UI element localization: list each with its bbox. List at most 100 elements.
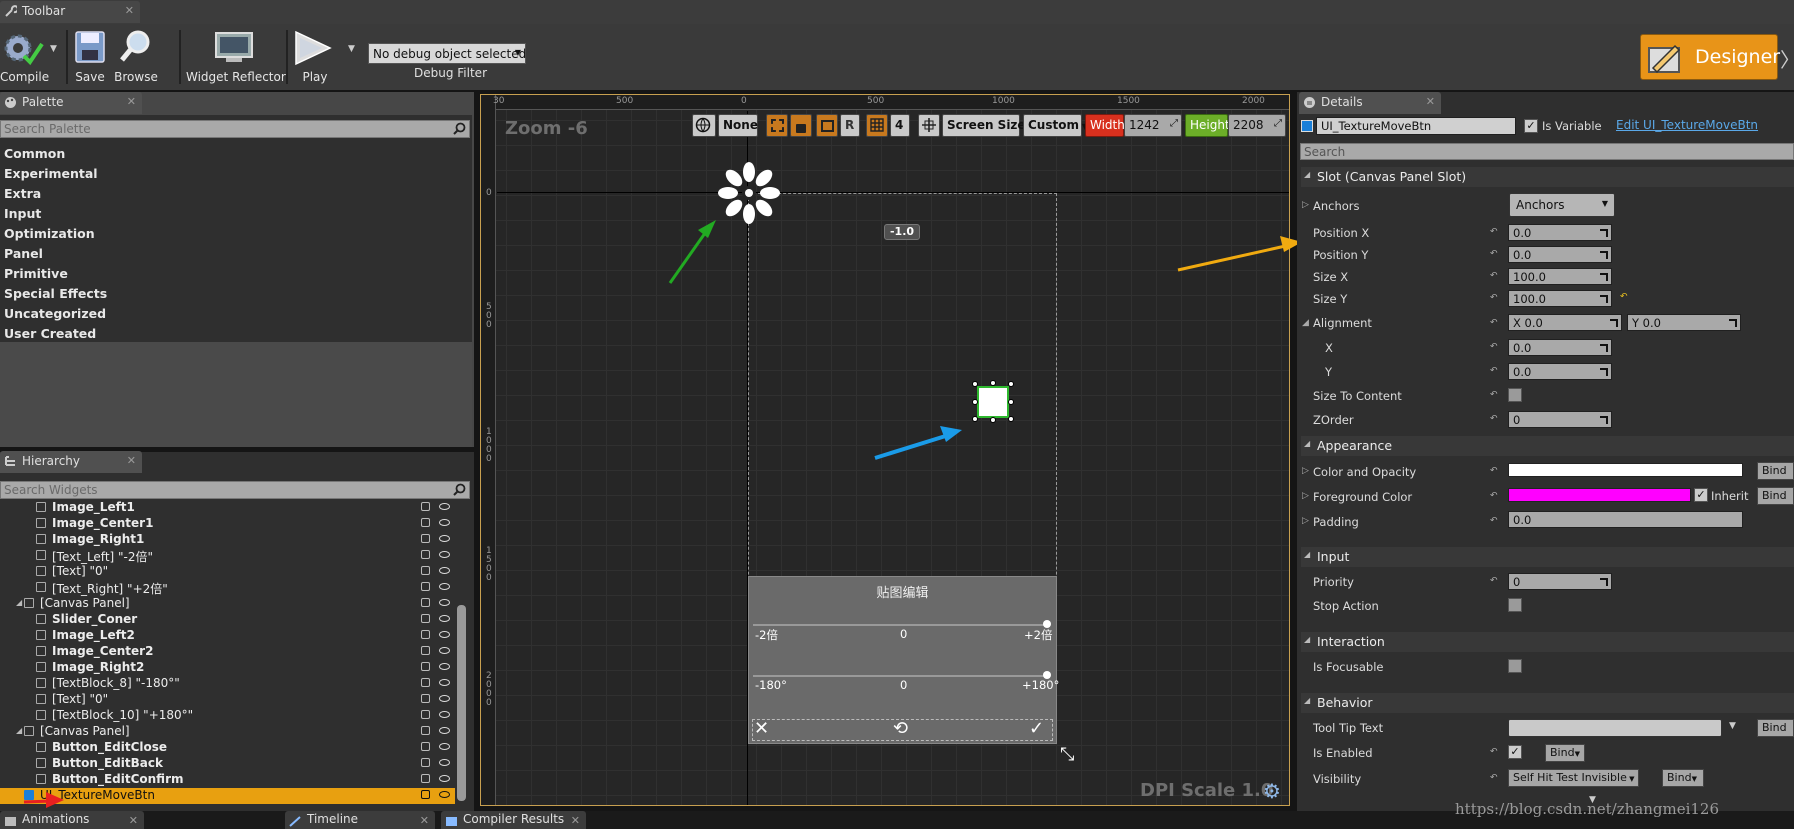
eye-icon[interactable] (439, 631, 450, 638)
close-icon[interactable]: ✕ (1426, 95, 1435, 108)
resize-handle[interactable] (1008, 399, 1014, 405)
canvas-resize-icon[interactable]: ⤡ (1060, 744, 1074, 765)
eye-icon[interactable] (439, 695, 450, 702)
inherit-checkbox[interactable]: ✓ (1694, 488, 1708, 502)
tab-animations[interactable]: Animations ✕ (0, 811, 144, 829)
tab-toolbar[interactable]: Toolbar ✕ (0, 1, 140, 23)
hierarchy-item[interactable]: Slider_Coner (0, 612, 455, 628)
resize-handle[interactable] (1008, 381, 1014, 387)
eye-icon[interactable] (439, 727, 450, 734)
details-search-input[interactable]: Search (1300, 143, 1794, 160)
edit-confirm-button[interactable]: ✓ (1029, 720, 1049, 740)
designer-button[interactable]: Designer (1640, 34, 1780, 80)
lock-icon[interactable] (421, 534, 430, 543)
hierarchy-search-input[interactable]: Search Widgets (0, 481, 470, 499)
hierarchy-item[interactable]: ◢ [Canvas Panel] (0, 724, 455, 740)
lock-icon[interactable] (421, 726, 430, 735)
section-behavior[interactable]: Behavior (1301, 693, 1794, 713)
reset-icon[interactable]: ↶ (1490, 390, 1498, 400)
palette-category[interactable]: Optimization (4, 226, 95, 241)
eye-icon[interactable] (439, 663, 450, 670)
lock-icon[interactable] (421, 566, 430, 575)
eye-icon[interactable] (439, 791, 450, 798)
hierarchy-scrollbar[interactable] (457, 605, 466, 801)
eye-icon[interactable] (439, 743, 450, 750)
locale-preview-select[interactable]: None (718, 114, 758, 137)
priority-input[interactable]: 0 (1508, 573, 1612, 590)
hierarchy-item[interactable]: Image_Left2 (0, 628, 455, 644)
eye-icon[interactable] (439, 711, 450, 718)
reset-icon[interactable]: ↶ (1490, 491, 1498, 501)
resize-handle[interactable] (990, 380, 996, 386)
hierarchy-item[interactable]: Image_Right1 (0, 532, 455, 548)
hierarchy-item[interactable]: [Text_Left] "-2倍" (0, 548, 455, 564)
close-icon[interactable]: ✕ (127, 454, 136, 467)
alignment-x-input[interactable]: X 0.0 (1508, 314, 1622, 331)
section-input[interactable]: Input (1301, 547, 1794, 567)
expand-arrow-icon[interactable]: ▷ (1302, 516, 1309, 526)
size-y-input[interactable]: 100.0 (1508, 290, 1612, 307)
expand-arrow-icon[interactable]: ▷ (1302, 466, 1309, 476)
hierarchy-item[interactable]: [TextBlock_10] "+180°" (0, 708, 455, 724)
hierarchy-item[interactable]: Button_EditBack (0, 756, 455, 772)
foreground-bind[interactable]: Bind (1757, 487, 1794, 505)
alignment-y-input[interactable]: Y 0.0 (1627, 314, 1741, 331)
debug-object-select[interactable]: No debug object selected ▼ (368, 43, 526, 64)
alignment-x-input[interactable]: 0.0 (1508, 339, 1612, 356)
reset-icon[interactable]: ↶ (1490, 414, 1498, 424)
section-appearance[interactable]: Appearance (1301, 436, 1794, 456)
hierarchy-item[interactable]: Image_Center1 (0, 516, 455, 532)
alignment-y-input[interactable]: 0.0 (1508, 363, 1612, 380)
lock-icon[interactable] (421, 694, 430, 703)
is-variable-checkbox[interactable]: ✓ (1524, 119, 1538, 133)
hierarchy-item[interactable]: [Text_Right] "+2倍" (0, 580, 455, 596)
stop-action-checkbox[interactable] (1508, 598, 1522, 612)
eye-icon[interactable] (439, 519, 450, 526)
eye-icon[interactable] (439, 615, 450, 622)
eye-icon[interactable] (439, 759, 450, 766)
reset-icon[interactable]: ↶ (1490, 249, 1498, 259)
hierarchy-item[interactable]: Button_EditConfirm (0, 772, 455, 788)
globe-button[interactable] (692, 114, 716, 137)
palette-category[interactable]: Uncategorized (4, 306, 106, 321)
hierarchy-item[interactable]: [Text] "0" (0, 564, 455, 580)
hierarchy-item[interactable]: Button_EditClose (0, 740, 455, 756)
gear-icon[interactable]: ⚙ (1263, 779, 1281, 803)
save-button[interactable]: Save (70, 28, 110, 84)
eye-icon[interactable] (439, 647, 450, 654)
tab-timeline[interactable]: Timeline ✕ (285, 811, 435, 829)
selected-widget-texture-move-btn[interactable] (977, 386, 1009, 418)
hierarchy-item[interactable]: Image_Right2 (0, 660, 455, 676)
reset-icon[interactable]: ↶ (1490, 271, 1498, 281)
lock-icon[interactable] (421, 614, 430, 623)
hierarchy-item[interactable]: ◢ [Canvas Panel] (0, 596, 455, 612)
eye-icon[interactable] (439, 535, 450, 542)
lock-icon[interactable] (421, 646, 430, 655)
reset-icon[interactable]: ↶ (1490, 342, 1498, 352)
grid-size-select[interactable]: 4 (890, 114, 910, 137)
lock-button[interactable] (790, 114, 812, 137)
width-input[interactable]: 1242 ⤢ (1124, 114, 1182, 137)
lock-icon[interactable] (421, 742, 430, 751)
tooltip-input[interactable] (1508, 719, 1722, 737)
chevron-down-icon[interactable]: ▼ (1729, 721, 1736, 731)
edit-close-button[interactable]: ✕ (754, 720, 774, 740)
eye-icon[interactable] (439, 567, 450, 574)
close-icon[interactable]: ✕ (127, 95, 136, 108)
size-x-input[interactable]: 100.0 (1508, 268, 1612, 285)
resize-handle[interactable] (972, 399, 978, 405)
section-slot[interactable]: Slot (Canvas Panel Slot) (1301, 167, 1794, 187)
chevron-down-icon[interactable]: ▼ (348, 44, 355, 54)
reset-icon[interactable]: ↶ (1490, 747, 1498, 757)
tab-palette[interactable]: Palette ✕ (0, 92, 142, 114)
is-enabled-checkbox[interactable]: ✓ (1508, 745, 1522, 759)
palette-category[interactable]: Panel (4, 246, 43, 261)
close-icon[interactable]: ✕ (571, 814, 580, 827)
reset-icon[interactable]: ↶ (1490, 576, 1498, 586)
lock-icon[interactable] (421, 662, 430, 671)
tab-details[interactable]: Details ✕ (1299, 92, 1441, 114)
resize-handle[interactable] (972, 416, 978, 422)
chevron-down-icon[interactable]: ▼ (50, 44, 57, 54)
outline-button[interactable] (816, 114, 838, 137)
palette-category[interactable]: Input (4, 206, 41, 221)
